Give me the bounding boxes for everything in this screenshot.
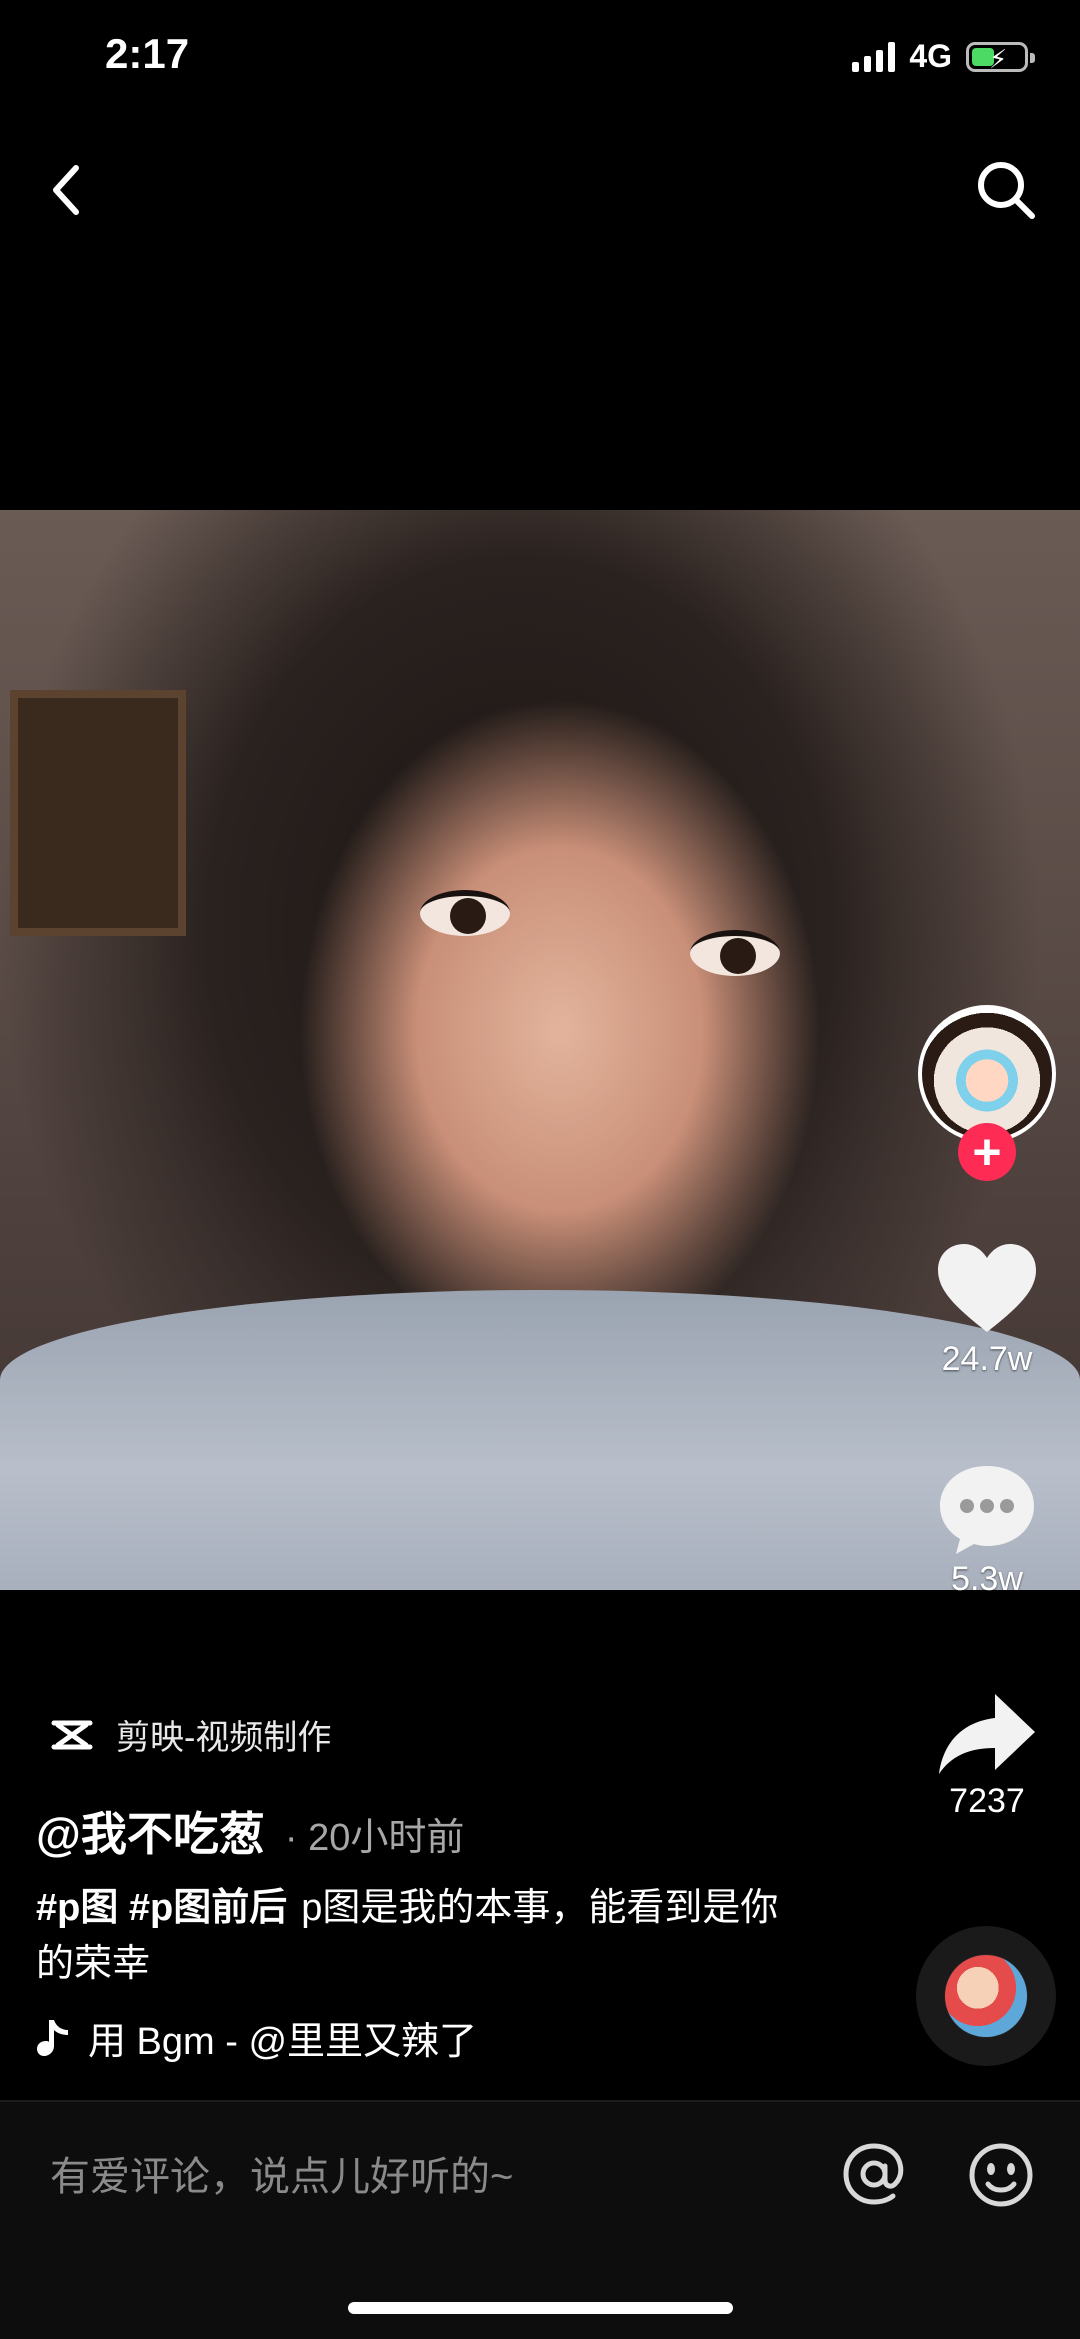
back-button[interactable] — [44, 160, 92, 220]
post-time: · 20小时前 — [284, 1817, 465, 1859]
author-name[interactable]: @我不吃葱 — [36, 1798, 265, 1864]
author-row: @我不吃葱 · 20小时前 — [36, 1798, 464, 1864]
wall-painting — [10, 690, 186, 936]
network-type: 4G — [909, 38, 952, 74]
comment-count: 5.3w — [951, 1560, 1023, 1598]
emoji-button[interactable] — [968, 2142, 1034, 2208]
signal-icon — [852, 41, 896, 72]
hashtags[interactable]: #p图 #p图前后 — [36, 1887, 287, 1929]
music-title: 用 Bgm - @里里又辣了 — [88, 2021, 478, 2063]
capcut-icon — [51, 1720, 93, 1749]
home-indicator[interactable] — [348, 2302, 733, 2314]
search-icon — [978, 162, 1035, 219]
share-arrow-icon[interactable] — [935, 1690, 1039, 1778]
like-count: 24.7w — [941, 1340, 1033, 1378]
source-app-label: 剪映-视频制作 — [116, 1719, 332, 1757]
share-count: 7237 — [949, 1782, 1025, 1820]
video-eye-left — [420, 890, 510, 936]
music-disc[interactable] — [916, 1926, 1056, 2066]
music-row[interactable]: 用 Bgm - @里里又辣了 — [36, 2010, 532, 2065]
battery-icon: ⚡ — [966, 41, 1035, 74]
music-title-fade — [521, 2016, 532, 2059]
source-app-tag[interactable]: 剪映-视频制作 — [48, 1710, 331, 1759]
like-action[interactable]: 24.7w — [912, 1240, 1062, 1379]
follow-button[interactable]: + — [958, 1123, 1016, 1181]
share-action[interactable]: 7237 — [912, 1690, 1062, 1821]
video-eye-right — [690, 930, 780, 976]
video-feed-screen: 2:17 4G ⚡ + 24.7w 5.3w 7237 剪映-视频制作 @我不吃… — [0, 0, 1080, 2339]
heart-icon[interactable] — [934, 1240, 1040, 1336]
status-time: 2:17 — [105, 30, 190, 77]
search-button[interactable] — [974, 158, 1038, 222]
smiley-icon — [969, 2143, 1033, 2207]
author-avatar-group[interactable]: + — [912, 1005, 1062, 1185]
at-icon — [843, 2143, 904, 2205]
music-cover — [945, 1955, 1027, 2037]
post-caption: #p图 #p图前后 p图是我的本事，能看到是你的荣幸 — [36, 1880, 816, 1992]
mention-button[interactable] — [842, 2142, 906, 2206]
comment-action[interactable]: 5.3w — [912, 1460, 1062, 1599]
tiktok-note-icon — [37, 2019, 68, 2056]
status-indicators: 4G ⚡ — [852, 38, 1035, 75]
comment-input[interactable]: 有爱评论，说点儿好听的~ — [50, 2144, 513, 2202]
chevron-left-icon — [53, 165, 79, 215]
comment-icon[interactable] — [934, 1460, 1040, 1556]
